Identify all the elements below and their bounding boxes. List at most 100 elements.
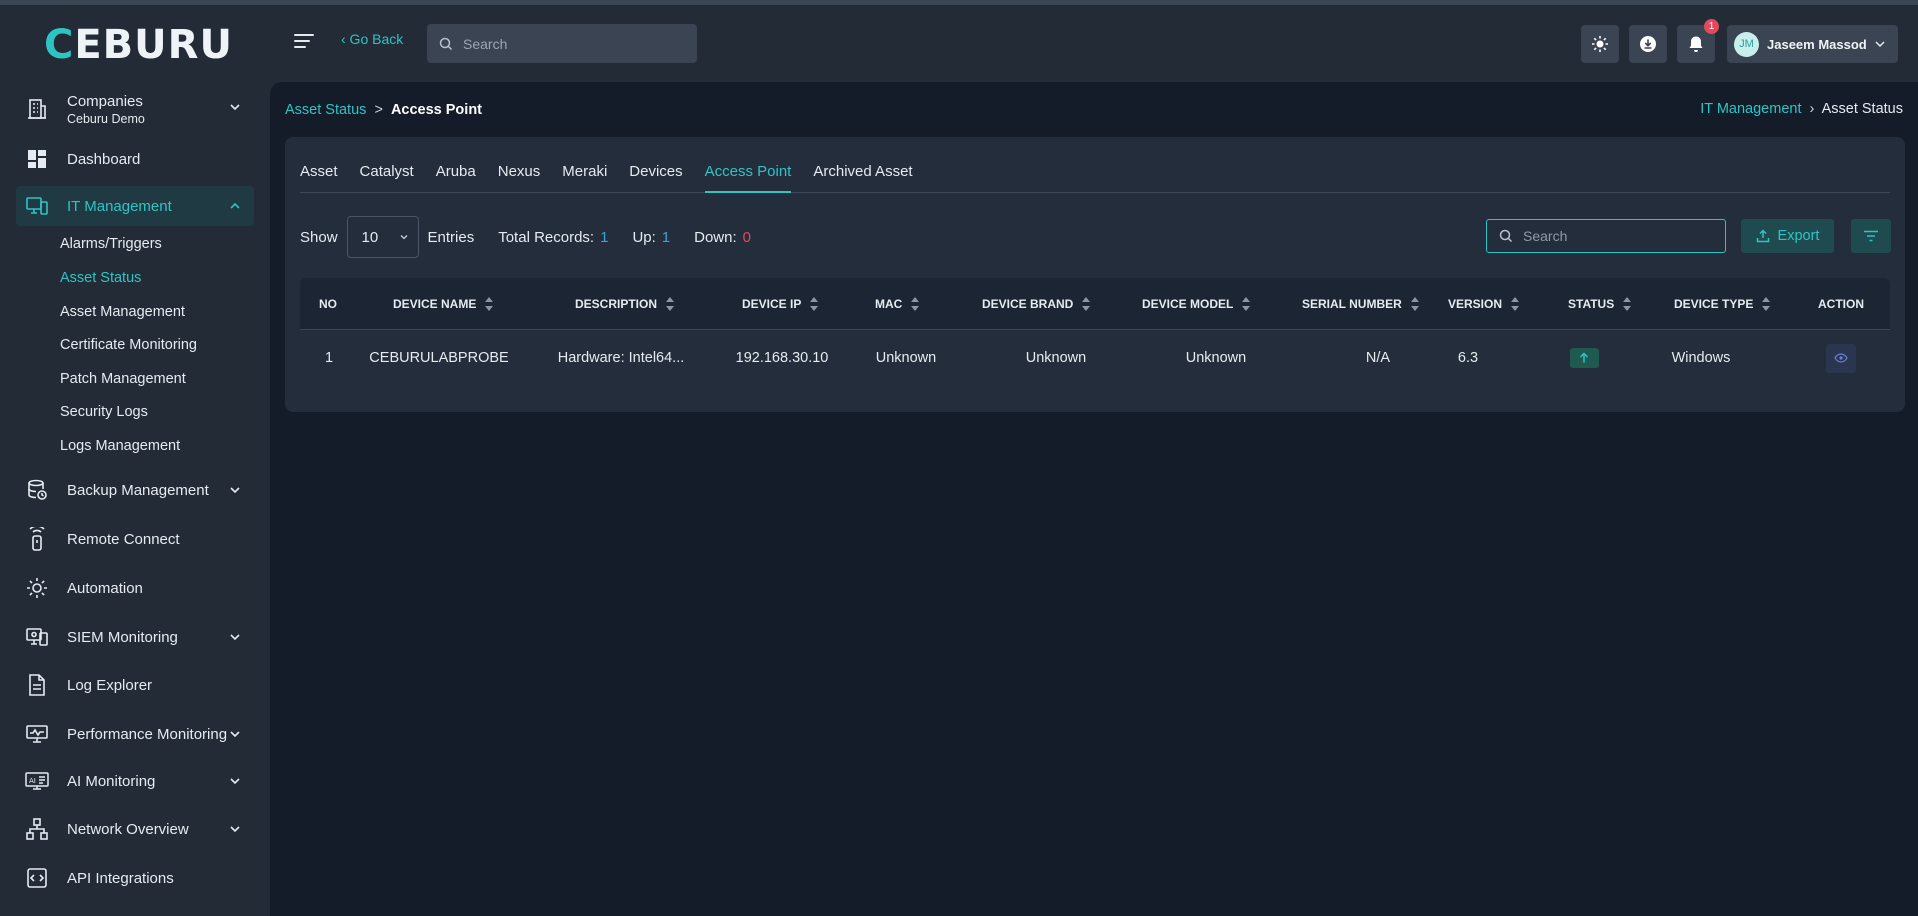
- column-label: DEVICE TYPE: [1674, 297, 1754, 311]
- column-header-device-ip[interactable]: DEVICE IP: [742, 278, 819, 330]
- breadcrumb-link-asset-status[interactable]: Asset Status: [285, 102, 366, 118]
- companies-label: Companies: [67, 92, 143, 110]
- sidebar-item-dashboard[interactable]: Dashboard: [16, 139, 254, 179]
- column-label: DEVICE IP: [742, 297, 802, 311]
- up-value: 1: [661, 228, 671, 246]
- tab-meraki[interactable]: Meraki: [562, 159, 607, 193]
- monitor-icon: [25, 722, 49, 746]
- tab-devices[interactable]: Devices: [629, 159, 682, 193]
- download-button[interactable]: [1629, 25, 1667, 63]
- column-header-mac[interactable]: MAC: [875, 278, 920, 330]
- sidebar-item-ai-monitoring[interactable]: AI AI Monitoring: [16, 761, 254, 801]
- sort-icon: [1762, 297, 1771, 311]
- menu-toggle-icon[interactable]: [294, 33, 314, 49]
- sidebar-sub-patch-management[interactable]: Patch Management: [60, 371, 186, 387]
- chevron-down-icon: [230, 104, 240, 111]
- sort-icon: [810, 297, 819, 311]
- theme-toggle-button[interactable]: [1581, 25, 1619, 63]
- chevron-down-icon: [230, 731, 240, 738]
- sidebar-item-label: AI Monitoring: [67, 772, 156, 790]
- total-records-value: 1: [600, 228, 609, 246]
- entries-select[interactable]: 10: [346, 216, 419, 258]
- avatar: JM: [1734, 31, 1759, 57]
- export-label: Export: [1777, 228, 1820, 244]
- sidebar-item-backup-management[interactable]: Backup Management: [16, 470, 254, 510]
- tab-archived-asset[interactable]: Archived Asset: [813, 159, 912, 193]
- cell-device-model: Unknown: [1185, 350, 1247, 366]
- column-header-device-name[interactable]: DEVICE NAME: [393, 278, 494, 330]
- column-label: MAC: [875, 297, 903, 311]
- column-header-device-brand[interactable]: DEVICE BRAND: [982, 278, 1091, 330]
- api-icon: [25, 866, 49, 890]
- tab-nexus[interactable]: Nexus: [498, 159, 541, 193]
- sidebar-item-it-management[interactable]: IT Management: [16, 186, 254, 226]
- dashboard-icon: [25, 147, 49, 171]
- cell-status: [1554, 330, 1614, 386]
- total-records-label: Total Records:: [498, 228, 595, 246]
- document-icon: [25, 673, 49, 697]
- sidebar-item-companies[interactable]: Companies Ceburu Demo: [16, 87, 254, 131]
- table-row[interactable]: 1 CEBURULABPROBE Hardware: Intel64... 19…: [300, 330, 1890, 386]
- column-header-status[interactable]: STATUS: [1568, 278, 1632, 330]
- tab-asset[interactable]: Asset: [300, 159, 338, 193]
- export-button[interactable]: Export: [1741, 219, 1834, 253]
- sidebar-item-api-integrations[interactable]: API Integrations: [16, 858, 254, 898]
- column-label: DEVICE NAME: [393, 297, 477, 311]
- sort-icon: [911, 297, 920, 311]
- filter-button[interactable]: [1851, 219, 1891, 253]
- column-header-device-model[interactable]: DEVICE MODEL: [1142, 278, 1251, 330]
- total-records: Total Records: 1: [498, 229, 608, 246]
- column-label: DESCRIPTION: [575, 297, 658, 311]
- sort-icon: [1242, 297, 1251, 311]
- sidebar-item-performance-monitoring[interactable]: Performance Monitoring: [16, 714, 254, 754]
- siem-icon: [25, 625, 49, 649]
- cell-device-name: CEBURULABPROBE: [369, 350, 509, 366]
- down-value: 0: [742, 228, 751, 246]
- sidebar-sub-certificate-monitoring[interactable]: Certificate Monitoring: [60, 337, 197, 353]
- sidebar-sub-asset-status[interactable]: Asset Status: [60, 270, 141, 286]
- sidebar-item-remote-connect[interactable]: Remote Connect: [16, 519, 254, 559]
- notification-badge: 1: [1704, 19, 1719, 34]
- sidebar-item-siem-monitoring[interactable]: SIEM Monitoring: [16, 617, 254, 657]
- global-search[interactable]: [427, 24, 697, 63]
- table-search[interactable]: [1486, 219, 1726, 253]
- column-header-description[interactable]: DESCRIPTION: [575, 278, 675, 330]
- view-button[interactable]: [1826, 343, 1856, 373]
- sidebar-sub-alarms[interactable]: Alarms/Triggers: [60, 236, 162, 252]
- column-header-device-type[interactable]: DEVICE TYPE: [1674, 278, 1771, 330]
- search-icon: [1499, 229, 1513, 243]
- column-header-action: ACTION: [1818, 278, 1864, 330]
- download-icon: [1640, 36, 1656, 52]
- go-back-link[interactable]: ‹ Go Back: [341, 31, 403, 47]
- breadcrumb-link-it-management[interactable]: IT Management: [1700, 101, 1801, 117]
- sidebar-item-automation[interactable]: Automation: [16, 568, 254, 608]
- sidebar-sub-security-logs[interactable]: Security Logs: [60, 404, 148, 420]
- sidebar-sub-logs-management[interactable]: Logs Management: [60, 438, 180, 454]
- sidebar-item-network-overview[interactable]: Network Overview: [16, 809, 254, 849]
- filter-icon: [1864, 230, 1878, 242]
- remote-icon: [25, 527, 49, 551]
- table-header: NO DEVICE NAME DESCRIPTION DEVICE IP MAC…: [300, 278, 1890, 330]
- sidebar-item-label: Network Overview: [67, 820, 189, 838]
- table-search-input[interactable]: [1523, 228, 1713, 244]
- entries-value: 10: [361, 228, 379, 246]
- cell-device-ip: 192.168.30.10: [735, 350, 829, 366]
- tab-catalyst[interactable]: Catalyst: [360, 159, 414, 193]
- user-menu-button[interactable]: JM Jaseem Massod: [1727, 25, 1898, 63]
- tab-aruba[interactable]: Aruba: [436, 159, 476, 193]
- notifications-button[interactable]: 1: [1677, 19, 1719, 63]
- tab-access-point[interactable]: Access Point: [704, 159, 792, 193]
- column-header-version[interactable]: VERSION: [1448, 278, 1520, 330]
- column-label: DEVICE MODEL: [1142, 297, 1234, 311]
- svg-text:AI: AI: [29, 777, 36, 785]
- column-header-serial-number[interactable]: SERIAL NUMBER: [1302, 278, 1420, 330]
- breadcrumb-current: Asset Status: [1821, 101, 1903, 117]
- column-label: SERIAL NUMBER: [1302, 297, 1402, 311]
- sidebar-item-log-explorer[interactable]: Log Explorer: [16, 665, 254, 705]
- global-search-input[interactable]: [463, 35, 683, 52]
- logo[interactable]: CEBURU: [44, 25, 233, 65]
- page-title: Access Point: [390, 102, 483, 118]
- cell-version: 6.3: [1457, 350, 1479, 366]
- sidebar-sub-asset-management[interactable]: Asset Management: [60, 304, 185, 320]
- it-management-icon: [25, 194, 49, 218]
